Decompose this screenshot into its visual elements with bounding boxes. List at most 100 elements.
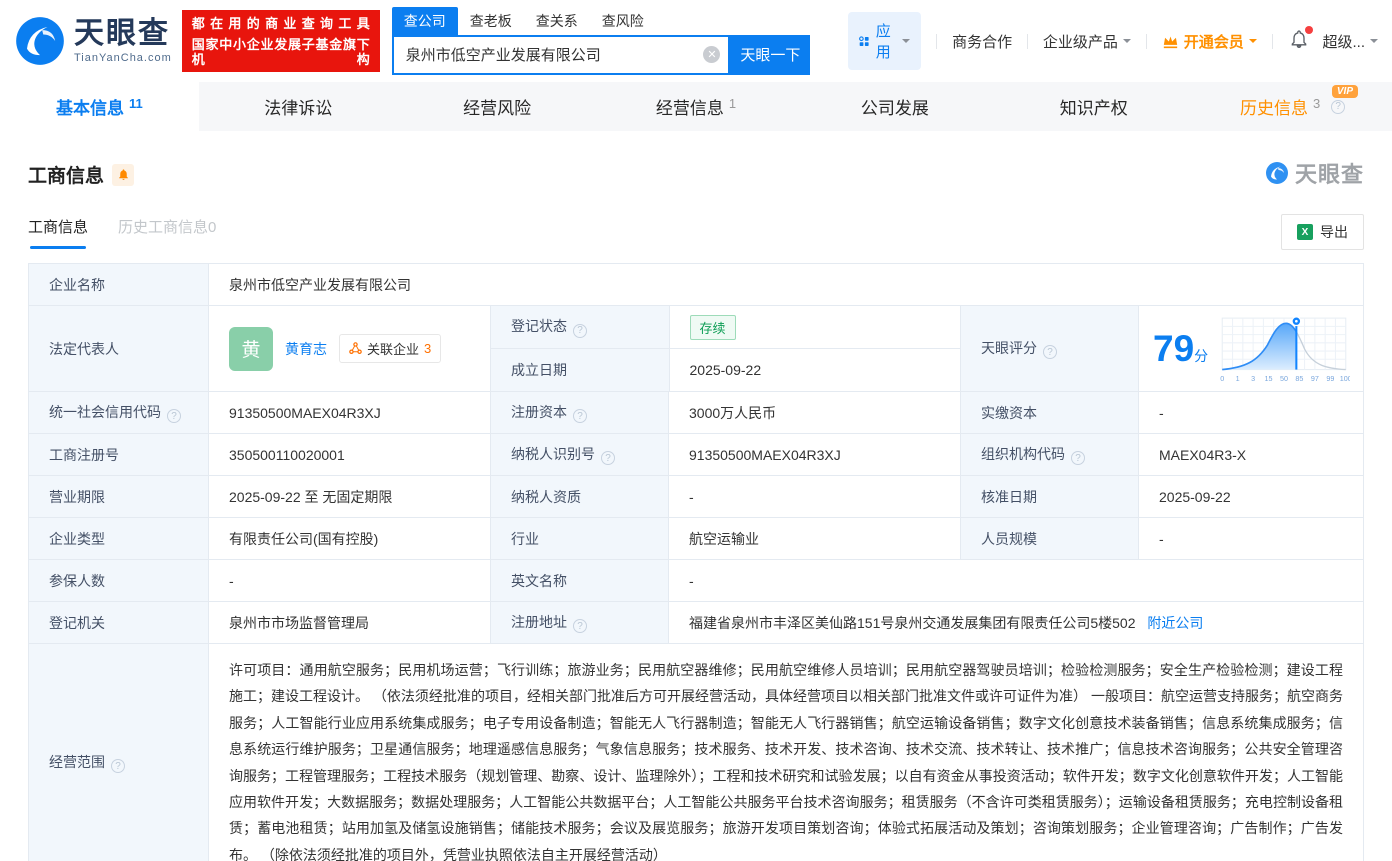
company-nav-tabs: 基本信息 11 法律诉讼 经营风险 经营信息 1 公司发展 知识产权 历史信息 … <box>0 82 1392 131</box>
reg-address-value: 福建省泉州市丰泽区美仙路151号泉州交通发展集团有限责任公司5楼502 <box>689 615 1136 631</box>
open-vip-menu[interactable]: 开通会员 <box>1162 31 1257 52</box>
reg-address-label: 注册地址? <box>491 602 669 644</box>
tab-count: 1 <box>729 96 736 111</box>
reg-number-value: 350500110020001 <box>209 434 491 476</box>
industry-value: 航空运输业 <box>669 518 961 560</box>
help-icon[interactable]: ? <box>573 324 587 338</box>
tianyancha-logo[interactable]: 天眼查 TianYanCha.com <box>14 15 172 67</box>
status-badge: 存续 <box>690 315 736 340</box>
chevron-down-icon <box>902 39 910 47</box>
crown-icon <box>1162 34 1179 49</box>
apps-menu[interactable]: 应用 <box>848 12 921 70</box>
tab-label: 公司发展 <box>861 94 929 119</box>
reg-address-cell: 福建省泉州市丰泽区美仙路151号泉州交通发展集团有限责任公司5楼502 附近公司 <box>669 602 1364 644</box>
enterprise-product-menu[interactable]: 企业级产品 <box>1043 31 1131 52</box>
search-tab-relation[interactable]: 查关系 <box>524 7 590 35</box>
tab-company-development[interactable]: 公司发展 <box>795 82 994 131</box>
paid-capital-label: 实缴资本 <box>961 392 1139 434</box>
export-label: 导出 <box>1320 222 1348 242</box>
score-curve-chart: 0 1 3 15 50 85 97 99 100 <box>1218 314 1350 384</box>
subtab-history-business-info[interactable]: 历史工商信息0 <box>118 216 216 249</box>
staff-size-value: - <box>1139 518 1364 560</box>
related-count: 3 <box>424 341 431 356</box>
export-button[interactable]: X 导出 <box>1281 214 1364 250</box>
search-tab-risk[interactable]: 查风险 <box>590 7 656 35</box>
nearby-companies-link[interactable]: 附近公司 <box>1147 615 1203 631</box>
enterprise-label: 企业级产品 <box>1043 31 1118 52</box>
approval-date-label: 核准日期 <box>961 476 1139 518</box>
search-box: ✕ <box>392 35 731 75</box>
business-cooperation-link[interactable]: 商务合作 <box>952 31 1012 52</box>
tab-label: 经营风险 <box>463 94 531 119</box>
tab-operation-risk[interactable]: 经营风险 <box>398 82 597 131</box>
table-row: 企业名称 泉州市低空产业发展有限公司 <box>29 264 1364 306</box>
help-icon[interactable]: ? <box>1043 345 1057 359</box>
section-title: 工商信息 <box>28 161 104 188</box>
subtab-business-info[interactable]: 工商信息 <box>28 216 88 249</box>
tab-label: 经营信息 <box>656 94 724 119</box>
paid-capital-value: - <box>1139 392 1364 434</box>
business-scope-label: 经营范围? <box>29 644 209 861</box>
search-button[interactable]: 天眼一下 <box>730 35 810 75</box>
score-value: 79 <box>1153 328 1194 369</box>
top-header: 天眼查 TianYanCha.com 都在用的商业查询工具 国家中小企业发展子基… <box>0 0 1392 82</box>
table-row: 登记机关 泉州市市场监督管理局 注册地址? 福建省泉州市丰泽区美仙路151号泉州… <box>29 602 1364 644</box>
insured-count-value: - <box>209 560 491 602</box>
reg-status-label: 登记状态? <box>491 306 669 349</box>
bell-icon <box>117 168 130 181</box>
clear-search-icon[interactable]: ✕ <box>703 46 720 63</box>
help-icon[interactable]: ? <box>573 409 587 423</box>
taxpayer-id-value: 91350500MAEX04R3XJ <box>669 434 961 476</box>
insured-count-label: 参保人数 <box>29 560 209 602</box>
tab-basic-info[interactable]: 基本信息 11 <box>0 82 199 131</box>
help-icon[interactable]: ? <box>111 759 125 773</box>
legal-rep-name-link[interactable]: 黄育志 <box>285 339 327 359</box>
establish-date-label: 成立日期 <box>491 349 669 392</box>
svg-text:3: 3 <box>1251 373 1255 382</box>
help-icon[interactable]: ? <box>167 409 181 423</box>
subscribe-alert-button[interactable] <box>112 164 134 186</box>
search-tab-boss[interactable]: 查老板 <box>458 7 524 35</box>
tab-history-info[interactable]: 历史信息 3 ? VIP <box>1193 82 1392 131</box>
network-icon <box>349 342 362 355</box>
watermark-logo: 天眼查 <box>1265 157 1364 189</box>
tab-intellectual-property[interactable]: 知识产权 <box>994 82 1193 131</box>
header-menu: 应用 商务合作 企业级产品 开通会员 超级... <box>848 12 1378 70</box>
tab-operation-info[interactable]: 经营信息 1 <box>597 82 796 131</box>
company-type-value: 有限责任公司(国有控股) <box>209 518 491 560</box>
svg-text:85: 85 <box>1296 373 1304 382</box>
reg-authority-label: 登记机关 <box>29 602 209 644</box>
notification-dot <box>1305 26 1313 34</box>
score-label: 天眼评分? <box>961 306 1139 392</box>
svg-text:0: 0 <box>1220 373 1224 382</box>
help-icon[interactable]: ? <box>1331 100 1345 114</box>
tab-label: 知识产权 <box>1060 94 1128 119</box>
apps-label: 应用 <box>876 20 897 62</box>
search-input[interactable] <box>406 46 704 63</box>
tab-count: 11 <box>129 96 143 111</box>
avatar[interactable]: 黄 <box>229 327 273 371</box>
apps-grid-icon <box>859 34 869 49</box>
tab-label: 基本信息 <box>56 94 124 119</box>
divider <box>936 34 937 49</box>
help-icon[interactable]: ? <box>1071 451 1085 465</box>
table-row: 法定代表人 黄 黄育志 关联企业 3 <box>29 306 1364 392</box>
credit-code-label: 统一社会信用代码? <box>29 392 209 434</box>
svg-text:100: 100 <box>1340 373 1350 382</box>
svg-text:99: 99 <box>1326 373 1334 382</box>
svg-text:1: 1 <box>1236 373 1240 382</box>
search-area: 查公司 查老板 查关系 查风险 ✕ 天眼一下 <box>392 8 811 75</box>
org-code-label: 组织机构代码? <box>961 434 1139 476</box>
vip-label: 开通会员 <box>1184 31 1244 52</box>
svg-text:97: 97 <box>1311 373 1319 382</box>
help-icon[interactable]: ? <box>601 451 615 465</box>
subtabs-row: 工商信息 历史工商信息0 X 导出 <box>28 214 1364 250</box>
tab-legal-proceedings[interactable]: 法律诉讼 <box>199 82 398 131</box>
related-companies-badge[interactable]: 关联企业 3 <box>339 334 441 363</box>
search-tab-company[interactable]: 查公司 <box>392 7 458 35</box>
table-row: 工商注册号 350500110020001 纳税人识别号? 91350500MA… <box>29 434 1364 476</box>
notifications-button[interactable] <box>1289 29 1309 54</box>
tianyan-score: 79分 <box>1139 312 1363 386</box>
help-icon[interactable]: ? <box>573 619 587 633</box>
account-menu[interactable]: 超级... <box>1322 31 1378 52</box>
